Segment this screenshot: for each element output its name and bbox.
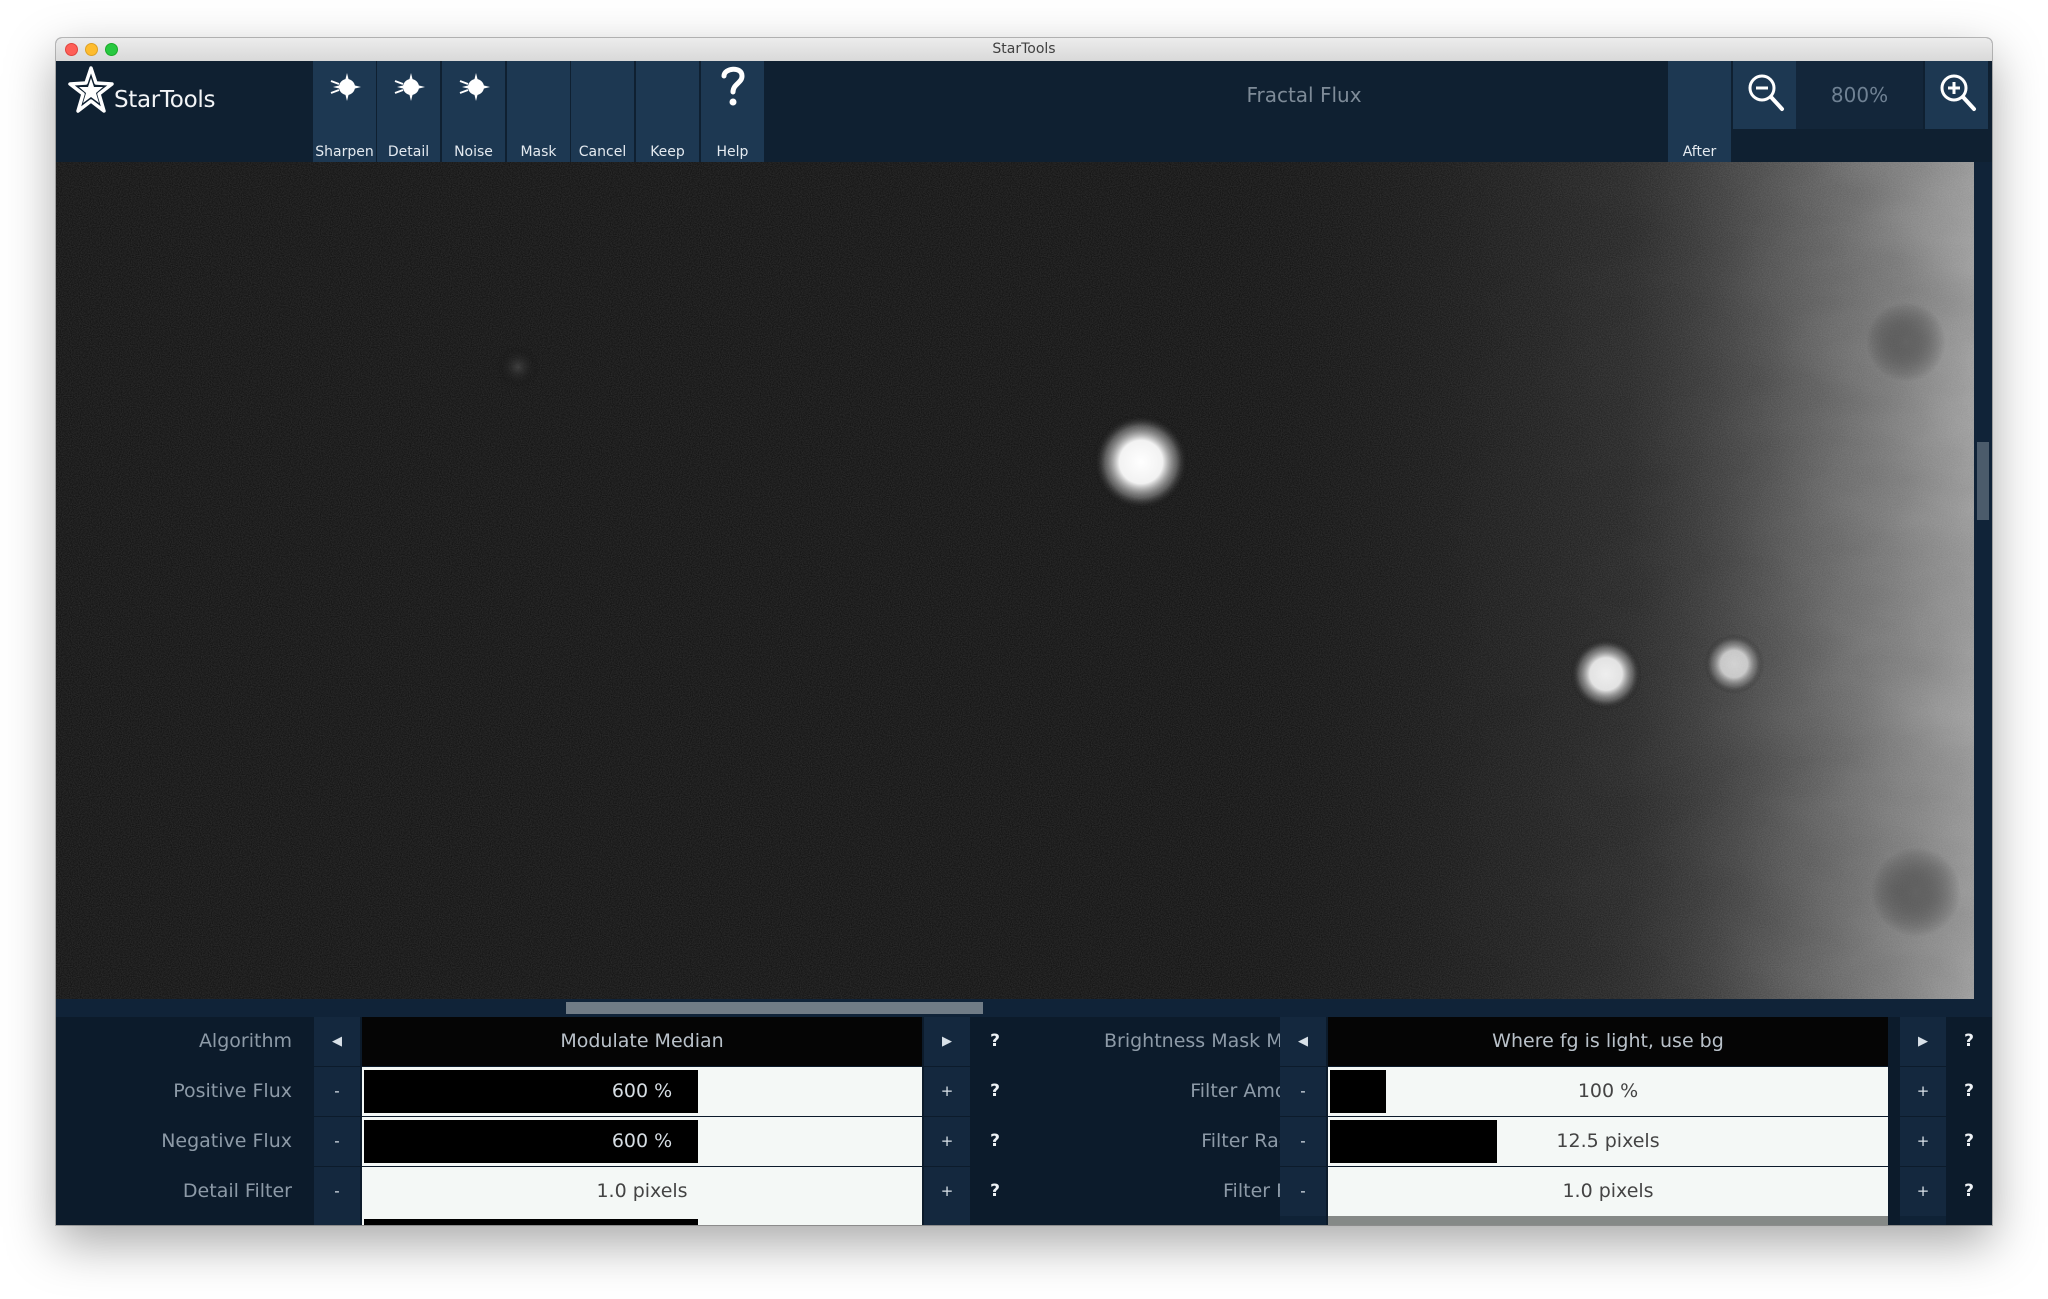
window-title: StarTools xyxy=(992,41,1056,57)
filter-fuzz-increase-button[interactable]: + xyxy=(1900,1167,1946,1216)
vertical-scrollbar[interactable] xyxy=(1974,162,1992,999)
filter-radius-help-button[interactable]: ? xyxy=(1946,1117,1992,1166)
horizontal-scrollbar[interactable] xyxy=(56,999,1992,1017)
brightness-mask-mode-label: Brightness Mask Mode xyxy=(1104,1030,1318,1052)
question-mark-icon xyxy=(721,66,745,106)
zoom-window-button[interactable] xyxy=(105,43,118,56)
brightness-mask-mode-next-button[interactable]: ▶ xyxy=(1900,1017,1946,1066)
filter-fuzz-help-button[interactable]: ? xyxy=(1946,1167,1992,1216)
filter-radius-decrease-button[interactable]: - xyxy=(1280,1117,1326,1166)
mask-fuzz-slider[interactable]: 1.0 pixels xyxy=(1328,1216,1888,1225)
detail-button-label: Detail xyxy=(387,144,430,160)
minimize-window-button[interactable] xyxy=(85,43,98,56)
bright-star xyxy=(1093,414,1189,510)
astro-image xyxy=(56,162,1974,999)
star xyxy=(1570,638,1642,710)
param-row-mask-fuzz: Mask Fuzz-1.0 pixels +? xyxy=(56,1216,1992,1225)
help-button-label: Help xyxy=(716,144,749,160)
filter-radius-increase-button[interactable]: + xyxy=(1900,1117,1946,1166)
brightness-mask-mode-help-button[interactable]: ? xyxy=(1946,1017,1992,1066)
app-logo: StarTools xyxy=(68,66,308,126)
param-row-filter-amount: Filter Amount - 100 % +? xyxy=(56,1067,1992,1116)
filter-amount-help-button[interactable]: ? xyxy=(1946,1067,1992,1116)
mask-fuzz-decrease-button[interactable]: - xyxy=(1280,1216,1326,1225)
star-logo-icon xyxy=(68,66,114,113)
detail-star-icon xyxy=(394,73,425,101)
zoom-in-icon xyxy=(1940,74,1976,111)
before-after-label: After xyxy=(1682,144,1717,160)
filter-radius-label: Filter Radius xyxy=(1201,1130,1318,1152)
noise-button[interactable]: Noise xyxy=(442,61,505,162)
filter-amount-decrease-button[interactable]: - xyxy=(1280,1067,1326,1116)
filter-amount-value: 100 % xyxy=(1577,1080,1639,1102)
sharpen-button-label: Sharpen xyxy=(315,144,374,160)
brightness-mask-mode-select[interactable]: Where fg is light, use bg xyxy=(1328,1017,1888,1066)
param-row-brightness-mask-mode: Brightness Mask Mode ◀ Where fg is light, … xyxy=(56,1017,1992,1066)
toolbar: StarTools Sharpen Detail Noise Mask Canc… xyxy=(56,61,1992,162)
zoom-out-button[interactable] xyxy=(1733,61,1796,129)
mask-fuzz-increase-button[interactable]: + xyxy=(1900,1216,1946,1225)
param-row-filter-fuzz: Filter Fuzz - 1.0 pixels +? xyxy=(56,1167,1992,1216)
sharpen-button[interactable]: Sharpen xyxy=(313,61,376,162)
app-window: StarTools StarTools Sharpen Detail Noise… xyxy=(56,38,1992,1225)
keep-button[interactable]: Keep xyxy=(636,61,699,162)
brightness-mask-mode-value: Where fg is light, use bg xyxy=(1492,1030,1724,1052)
filter-fuzz-decrease-button[interactable]: - xyxy=(1280,1167,1326,1216)
app-logo-text: StarTools xyxy=(114,87,216,113)
filter-amount-increase-button[interactable]: + xyxy=(1900,1067,1946,1116)
noise-button-label: Noise xyxy=(454,144,493,160)
filter-radius-slider[interactable]: 12.5 pixels xyxy=(1328,1117,1888,1166)
close-window-button[interactable] xyxy=(65,43,78,56)
filter-amount-slider[interactable]: 100 % xyxy=(1328,1067,1888,1116)
mask-button[interactable]: Mask xyxy=(507,61,570,162)
mask-fuzz-help-button[interactable]: ? xyxy=(1946,1216,1992,1225)
sharpen-star-icon xyxy=(330,73,361,101)
filter-fuzz-value: 1.0 pixels xyxy=(1562,1180,1654,1202)
brightness-mask-mode-prev-button[interactable]: ◀ xyxy=(1280,1017,1326,1066)
keep-button-label: Keep xyxy=(650,144,685,160)
mask-fuzz-label: Mask Fuzz xyxy=(1032,1216,1318,1225)
image-viewport[interactable] xyxy=(56,162,1974,999)
mask-button-label: Mask xyxy=(520,144,557,160)
horizontal-scroll-thumb[interactable] xyxy=(566,1002,983,1014)
vertical-scroll-thumb[interactable] xyxy=(1977,442,1989,520)
param-row-filter-radius: Filter Radius - 12.5 pixels +? xyxy=(56,1117,1992,1166)
filter-radius-value: 12.5 pixels xyxy=(1556,1130,1660,1152)
detail-button[interactable]: Detail xyxy=(377,61,440,162)
parameters-panel: Algorithm ◀ Modulate Median ▶? Positive Flux… xyxy=(56,1017,1992,1225)
noise-star-icon xyxy=(459,73,490,101)
zoom-in-button[interactable] xyxy=(1925,61,1988,129)
mask-fuzz-value: 1.0 pixels xyxy=(1328,1216,1888,1225)
filter-fuzz-slider[interactable]: 1.0 pixels xyxy=(1328,1167,1888,1216)
zoom-level: 800% xyxy=(1796,61,1923,129)
star xyxy=(1704,634,1764,694)
filter-fuzz-label: Filter Fuzz xyxy=(1223,1180,1318,1202)
filter-amount-label: Filter Amount xyxy=(1190,1080,1318,1102)
help-button[interactable]: Help xyxy=(701,61,764,162)
zoom-out-icon xyxy=(1748,74,1784,111)
cancel-button[interactable]: Cancel xyxy=(571,61,634,162)
before-after-toggle[interactable]: After xyxy=(1668,61,1731,162)
title-bar: StarTools xyxy=(56,38,1992,62)
cancel-button-label: Cancel xyxy=(578,144,627,160)
